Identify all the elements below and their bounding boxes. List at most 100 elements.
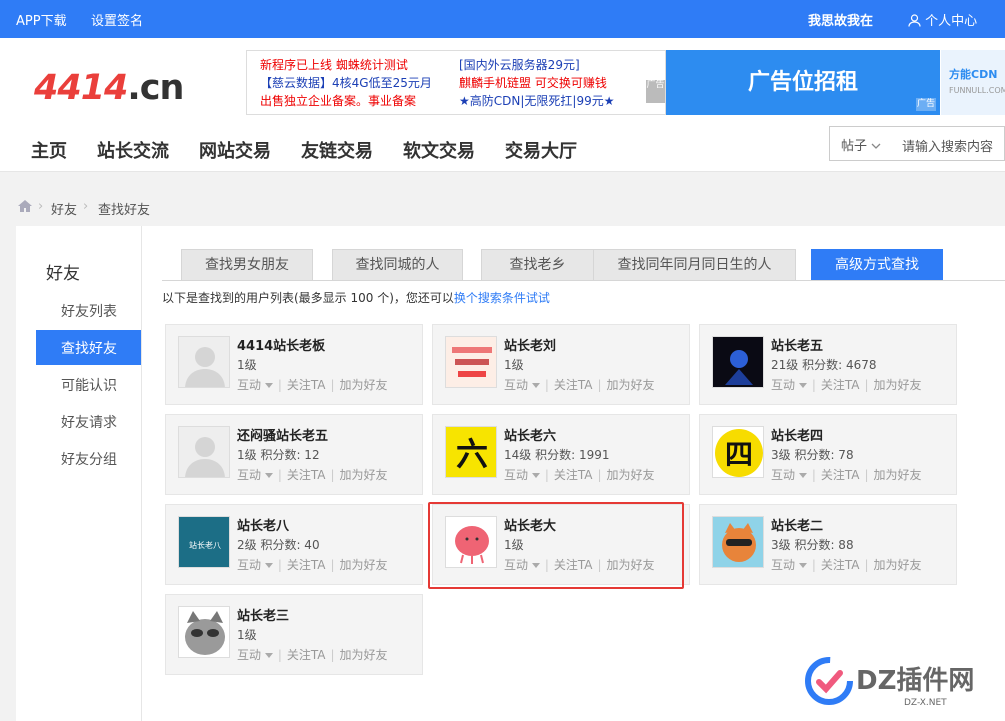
avatar[interactable] [178,336,230,388]
user-card: 站长老五 21级 积分数: 4678 互动 | 关注TA | 加为好友 [699,324,957,405]
set-signature-link[interactable]: 设置签名 [91,10,143,29]
avatar[interactable] [178,606,230,658]
add-friend-link[interactable]: 加为好友 [340,558,388,572]
add-friend-link[interactable]: 加为好友 [874,378,922,392]
user-name[interactable]: 站长老八 [237,515,289,534]
search-box: 帖子 请输入搜索内容 [829,126,1005,161]
user-actions: 互动 | 关注TA | 加为好友 [504,466,655,483]
user-name[interactable]: 站长老二 [771,515,823,534]
avatar[interactable] [178,426,230,478]
avatar[interactable] [445,336,497,388]
breadcrumb-friends[interactable]: 好友 [51,199,77,218]
user-center-link[interactable]: 个人中心 [908,10,977,29]
action-separator: | [277,468,282,482]
nav-link-trade[interactable]: 友链交易 [301,137,373,163]
interact-dropdown[interactable]: 互动 [771,558,807,572]
tab-find-partner[interactable]: 查找男女朋友 [181,249,313,280]
raccoon-avatar-icon [179,607,229,657]
tab-advanced[interactable]: 高级方式查找 [811,249,943,280]
user-name[interactable]: 站长老五 [771,335,823,354]
follow-link[interactable]: 关注TA [554,378,593,392]
follow-link[interactable]: 关注TA [821,558,860,572]
ad-banner[interactable]: 广告位招租 [666,50,940,115]
add-friend-link[interactable]: 加为好友 [874,558,922,572]
site-logo[interactable]: 4414.cn [34,68,184,108]
avatar[interactable]: 四 [712,426,764,478]
sidebar-item-find-friends[interactable]: 查找好友 [36,330,141,365]
nav-site-trade[interactable]: 网站交易 [199,137,271,163]
nav-webmaster[interactable]: 站长交流 [97,137,169,163]
search-input[interactable]: 请输入搜索内容 [902,136,993,155]
sidebar-item-requests[interactable]: 好友请求 [36,404,141,439]
change-search-link[interactable]: 换个搜索条件试试 [454,291,550,305]
interact-dropdown[interactable]: 互动 [504,378,540,392]
search-type-select[interactable]: 帖子 [841,135,881,154]
user-name[interactable]: 4414站长老板 [237,335,325,354]
user-name[interactable]: 站长老三 [237,605,289,624]
interact-dropdown[interactable]: 互动 [237,648,273,662]
ad-line[interactable]: 【慈云数据】4核4G低至25元月 麒麟手机链盟 可交换可赚钱 [260,74,665,92]
svg-text:六: 六 [456,435,488,473]
user-name[interactable]: 站长老刘 [504,335,556,354]
add-friend-link[interactable]: 加为好友 [340,468,388,482]
follow-link[interactable]: 关注TA [287,648,326,662]
user-icon [908,14,921,27]
funnull-ad[interactable]: 方能CDN FUNNULL.COM [941,50,1005,115]
follow-link[interactable]: 关注TA [287,378,326,392]
nav-article-trade[interactable]: 软文交易 [403,137,475,163]
ad-line[interactable]: 新程序已上线 蜘蛛统计测试 [国内外云服务器29元] [260,56,665,74]
avatar[interactable] [712,336,764,388]
user-info: 3级 积分数: 78 [771,448,854,462]
user-actions: 互动 | 关注TA | 加为好友 [771,376,922,393]
avatar[interactable]: 六 [445,426,497,478]
username-link[interactable]: 我思故我在 [808,10,873,29]
interact-dropdown[interactable]: 互动 [771,378,807,392]
interact-dropdown[interactable]: 互动 [504,468,540,482]
add-friend-link[interactable]: 加为好友 [607,468,655,482]
action-separator: | [330,648,335,662]
ad-tag: 广告 [646,80,665,103]
tab-same-birthday[interactable]: 查找同年同月同日生的人 [593,249,796,280]
sidebar-title: 好友 [46,264,80,284]
nav-home[interactable]: 主页 [31,137,67,163]
add-friend-link[interactable]: 加为好友 [874,468,922,482]
follow-link[interactable]: 关注TA [287,468,326,482]
follow-link[interactable]: 关注TA [554,468,593,482]
result-notice: 以下是查找到的用户列表(最多显示 100 个)，您还可以换个搜索条件试试 [162,291,550,305]
user-name[interactable]: 站长老六 [504,425,556,444]
add-friend-link[interactable]: 加为好友 [340,648,388,662]
action-separator: | [544,468,549,482]
app-download-link[interactable]: APP下载 [16,10,67,29]
follow-link[interactable]: 关注TA [821,468,860,482]
user-actions: 互动 | 关注TA | 加为好友 [771,466,922,483]
default-avatar-icon [179,337,229,387]
user-name[interactable]: 还闷骚站长老五 [237,425,328,444]
user-name[interactable]: 站长老四 [771,425,823,444]
add-friend-link[interactable]: 加为好友 [340,378,388,392]
svg-text:四: 四 [725,438,753,471]
interact-dropdown[interactable]: 互动 [771,468,807,482]
avatar[interactable] [712,516,764,568]
avatar[interactable]: 站长老八 [178,516,230,568]
caret-down-icon [264,653,273,658]
user-info: 1级 [237,358,257,372]
user-actions: 互动 | 关注TA | 加为好友 [771,556,922,573]
add-friend-link[interactable]: 加为好友 [607,378,655,392]
home-icon[interactable] [18,200,32,216]
interact-dropdown[interactable]: 互动 [237,468,273,482]
text-ad-block[interactable]: 新程序已上线 蜘蛛统计测试 [国内外云服务器29元] 【慈云数据】4核4G低至25… [246,50,666,115]
nav-trade-hall[interactable]: 交易大厅 [505,137,577,162]
sidebar-item-groups[interactable]: 好友分组 [36,441,141,476]
caret-down-icon [798,473,807,478]
ad-line[interactable]: 出售独立企业备案。事业备案 ★高防CDN|无限死扛|99元★ [260,92,665,110]
tab-hometown[interactable]: 查找老乡 [481,249,594,280]
sidebar-item-friend-list[interactable]: 好友列表 [36,293,141,328]
follow-link[interactable]: 关注TA [287,558,326,572]
tab-same-city[interactable]: 查找同城的人 [332,249,463,280]
interact-dropdown[interactable]: 互动 [237,378,273,392]
text-avatar-icon [446,337,496,387]
interact-dropdown[interactable]: 互动 [237,558,273,572]
sidebar-item-may-know[interactable]: 可能认识 [36,367,141,402]
follow-link[interactable]: 关注TA [821,378,860,392]
user-card: 站长老刘 1级 互动 | 关注TA | 加为好友 [432,324,690,405]
